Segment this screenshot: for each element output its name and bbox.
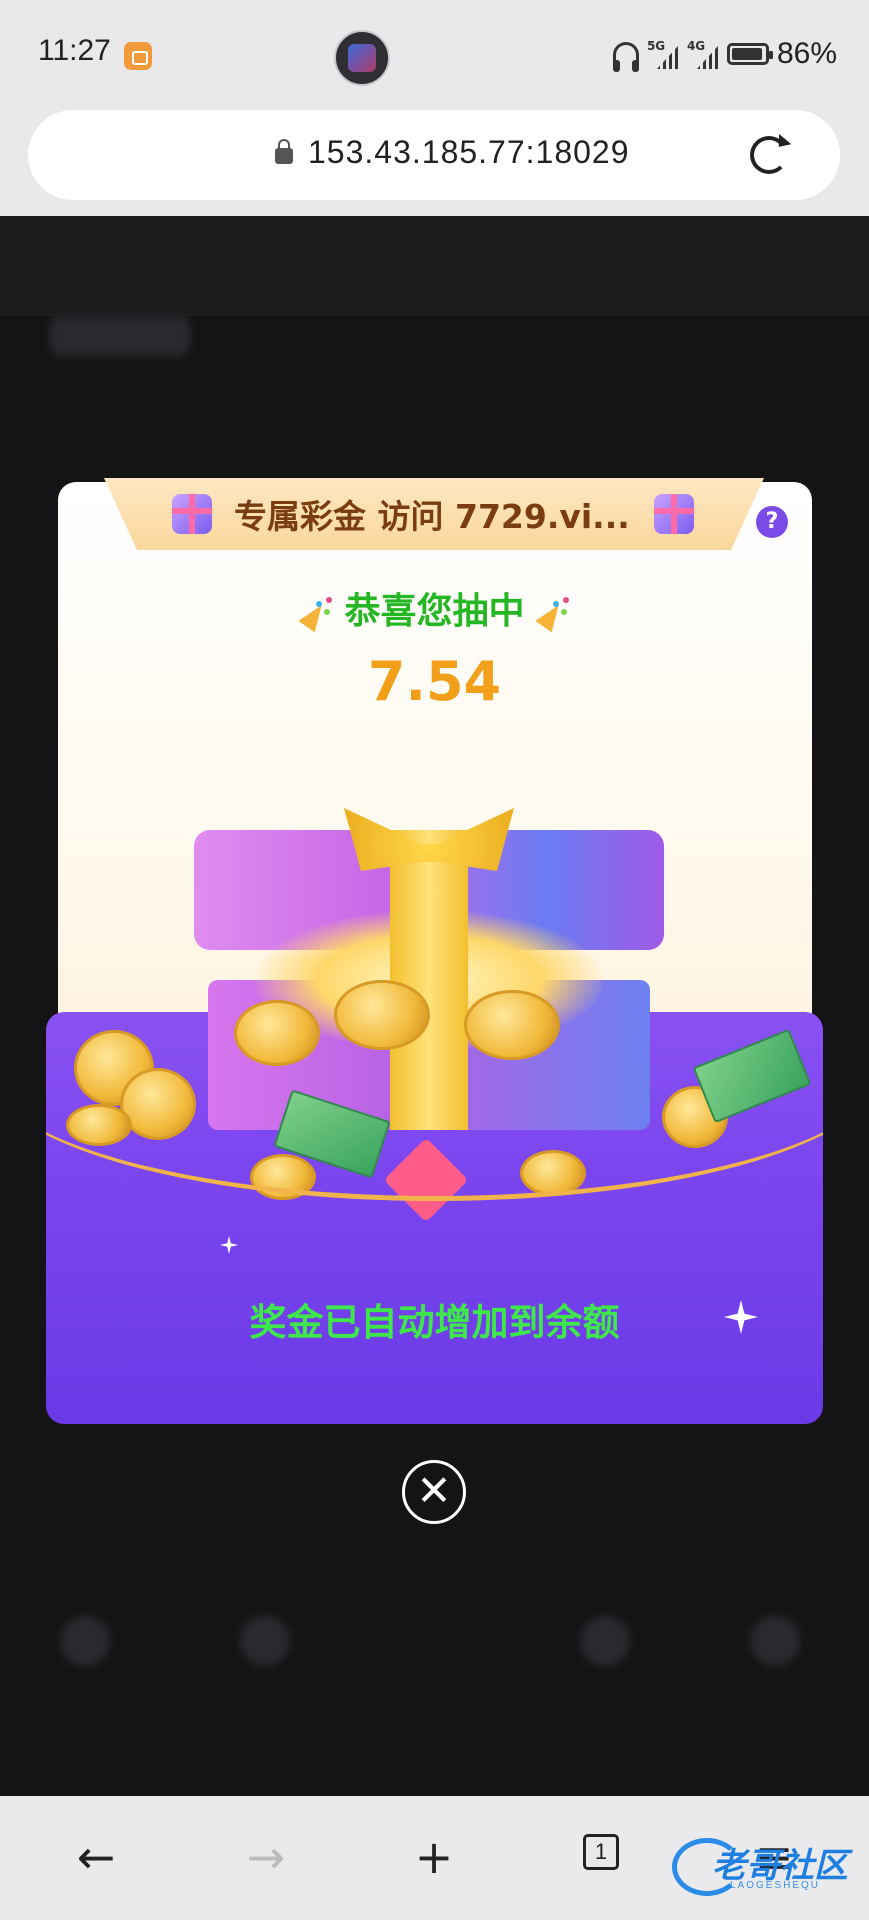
modal-wave-divider bbox=[46, 1096, 823, 1216]
background-nav bbox=[0, 216, 869, 316]
status-indicators: 5G 4G 86% bbox=[612, 36, 837, 72]
floating-avatar-icon[interactable] bbox=[334, 30, 390, 86]
gift-icon bbox=[172, 494, 212, 534]
background-logo bbox=[50, 316, 190, 356]
notification-app-icon bbox=[124, 42, 152, 70]
bonus-message: 奖金已自动增加到余额 bbox=[249, 1301, 620, 1344]
url-text[interactable]: 153.43.185.77:18029 bbox=[308, 134, 630, 171]
reload-icon[interactable] bbox=[750, 136, 788, 174]
status-bar: 11:27 5G 4G 86% bbox=[0, 0, 869, 108]
battery-percent: 86% bbox=[776, 37, 837, 70]
background-tab-icon bbox=[240, 1616, 290, 1666]
close-button[interactable]: ✕ bbox=[402, 1460, 466, 1524]
signal-5g-icon: 5G bbox=[647, 39, 679, 69]
headset-icon bbox=[612, 42, 639, 72]
status-time: 11:27 bbox=[38, 34, 111, 67]
treasure-chest-illustration bbox=[194, 790, 664, 1130]
modal-header-text: 专属彩金 访问 7729.vi... bbox=[234, 497, 630, 536]
chest-ribbon bbox=[390, 830, 468, 1130]
prize-amount: 7.54 bbox=[367, 650, 502, 713]
watermark-logo: 老哥社区 LAOGESHEQU bbox=[672, 1832, 862, 1896]
background-tab-icon bbox=[750, 1616, 800, 1666]
browser-toolbar: 153.43.185.77:18029 bbox=[0, 108, 869, 216]
signal-4g-icon: 4G bbox=[687, 39, 719, 69]
lock-icon bbox=[275, 139, 293, 164]
coin-icon bbox=[234, 1000, 320, 1066]
address-bar[interactable]: 153.43.185.77:18029 bbox=[28, 110, 840, 200]
back-button[interactable]: ← bbox=[66, 1828, 126, 1888]
tab-switcher-button[interactable]: 1 bbox=[583, 1834, 619, 1870]
party-popper-icon bbox=[300, 597, 332, 629]
party-popper-icon bbox=[537, 597, 570, 629]
battery-icon bbox=[726, 43, 773, 65]
help-button[interactable]: ? bbox=[756, 506, 788, 538]
congrats-text: 恭喜您抽中 bbox=[344, 591, 525, 632]
watermark-subtext: LAOGESHEQU bbox=[730, 1880, 821, 1891]
background-tab-icon bbox=[60, 1616, 110, 1666]
congrats-line: 恭喜您抽中 bbox=[0, 582, 869, 634]
new-tab-button[interactable]: + bbox=[404, 1828, 464, 1888]
background-tab-icon bbox=[580, 1616, 630, 1666]
forward-button[interactable]: → bbox=[236, 1828, 296, 1888]
gift-icon bbox=[654, 494, 694, 534]
coin-icon bbox=[334, 980, 430, 1050]
coin-icon bbox=[464, 990, 560, 1060]
